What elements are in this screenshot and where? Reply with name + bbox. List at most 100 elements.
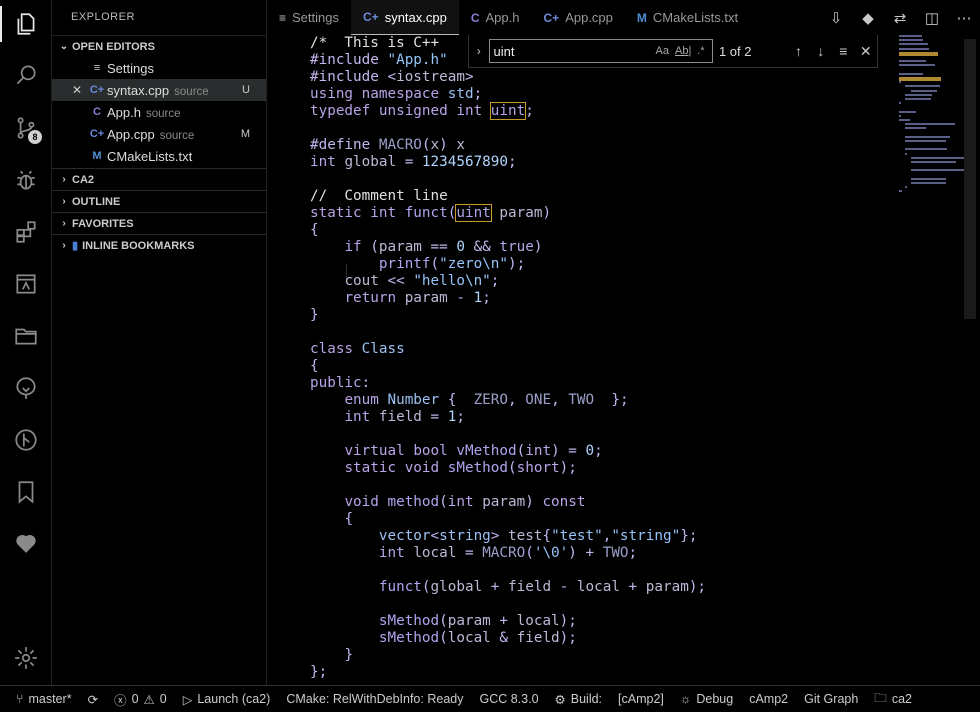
section-favorites[interactable]: › FAVORITES xyxy=(52,212,266,234)
code-line[interactable]: sMethod(param + local); xyxy=(310,613,706,630)
close-find-icon[interactable]: ✕ xyxy=(855,43,877,60)
find-input[interactable] xyxy=(489,43,650,59)
open-editor-item[interactable]: ✕ C+ syntax.cpp source U xyxy=(52,79,266,101)
tab-cmakelists[interactable]: M CMakeLists.txt xyxy=(625,0,750,35)
tab-app-cpp[interactable]: C+ App.cpp xyxy=(532,0,625,35)
search-icon[interactable] xyxy=(0,51,52,99)
open-editor-name: syntax.cpp xyxy=(107,82,170,98)
code-line[interactable]: #include <iostream> xyxy=(310,69,706,86)
code-line[interactable]: typedef unsigned int uint; xyxy=(310,102,706,120)
next-match-icon[interactable]: ↓ xyxy=(810,43,832,59)
open-editor-item[interactable]: M CMakeLists.txt xyxy=(52,145,266,167)
regex-icon[interactable]: .* xyxy=(697,45,704,57)
code-line[interactable]: { xyxy=(310,511,706,528)
build-target-status[interactable]: [cAmp2] xyxy=(610,692,672,706)
code-line[interactable]: virtual bool vMethod(int) = 0; xyxy=(310,443,706,460)
code-line[interactable]: printf("zero\n"); xyxy=(310,256,706,273)
code-line[interactable] xyxy=(310,596,706,613)
match-whole-word-icon[interactable]: Ab| xyxy=(675,45,691,57)
tab-syntax-cpp[interactable]: C+ syntax.cpp xyxy=(351,0,459,35)
extensions-icon[interactable] xyxy=(0,208,52,256)
code-line[interactable]: public: xyxy=(310,375,706,392)
section-ca2[interactable]: › CA2 xyxy=(52,168,266,190)
code-line[interactable] xyxy=(310,324,706,341)
git-graph-status[interactable]: Git Graph xyxy=(796,692,866,706)
code-line[interactable] xyxy=(310,426,706,443)
files-icon[interactable] xyxy=(0,0,52,48)
open-editor-item[interactable]: C+ App.cpp source M xyxy=(52,123,266,145)
section-inline-bookmarks[interactable]: › ▮ INLINE BOOKMARKS xyxy=(52,234,266,256)
code-line[interactable] xyxy=(310,120,706,137)
debug-status[interactable]: ☼ Debug xyxy=(672,692,741,706)
problems-status[interactable]: ⓧ 0 ⚠ 0 xyxy=(106,690,175,709)
git-graph-icon[interactable] xyxy=(0,364,52,412)
code-line[interactable]: return param - 1; xyxy=(310,290,706,307)
folder-icon[interactable] xyxy=(0,312,52,360)
tab-label: Settings xyxy=(292,10,339,25)
code-line[interactable]: funct(global + field - local + param); xyxy=(310,579,706,596)
code-line[interactable]: { xyxy=(310,358,706,375)
branch-status[interactable]: ⑂ master* xyxy=(0,692,80,706)
code-line[interactable]: int global = 1234567890; xyxy=(310,154,706,171)
find-input-box: Aa Ab| .* xyxy=(488,39,713,63)
chevron-right-icon: › xyxy=(62,195,66,207)
code-line[interactable]: } xyxy=(310,647,706,664)
compare-changes-icon[interactable]: ⇄ xyxy=(884,9,916,27)
code-line[interactable]: // Comment line xyxy=(310,188,706,205)
code-line[interactable]: if (param == 0 && true) xyxy=(310,239,706,256)
code-editor[interactable]: /* This is C++ #include "App.h" #include … xyxy=(267,35,980,685)
code-line[interactable]: { xyxy=(310,222,706,239)
open-editors-header[interactable]: ⌄ OPEN EDITORS xyxy=(52,35,266,57)
debug-icon[interactable] xyxy=(0,156,52,204)
code-line[interactable]: static void sMethod(short); xyxy=(310,460,706,477)
split-editor-icon[interactable]: ◫ xyxy=(916,9,948,27)
code-line[interactable] xyxy=(310,171,706,188)
code-line[interactable]: int local = MACRO('\0') + TWO; xyxy=(310,545,706,562)
heart-icon[interactable] xyxy=(0,519,52,567)
tab-settings[interactable]: ≡ Settings xyxy=(267,0,351,35)
code-line[interactable]: class Class xyxy=(310,341,706,358)
tab-app-h[interactable]: C App.h xyxy=(459,0,532,35)
build-status[interactable]: ⚙ Build: xyxy=(547,692,611,707)
cmake-status[interactable]: CMake: RelWithDebInfo: Ready xyxy=(278,692,471,706)
code-line[interactable]: } xyxy=(310,307,706,324)
find-in-selection-icon[interactable]: ≡ xyxy=(832,43,854,59)
code-line[interactable]: sMethod(local & field); xyxy=(310,630,706,647)
code-line[interactable] xyxy=(310,477,706,494)
code-line[interactable]: int field = 1; xyxy=(310,409,706,426)
launch-status[interactable]: ▷ Launch (ca2) xyxy=(175,692,279,707)
section-outline[interactable]: › OUTLINE xyxy=(52,190,266,212)
open-editor-item[interactable]: C App.h source xyxy=(52,101,266,123)
tab-label: App.h xyxy=(485,10,520,25)
source-control-icon[interactable]: 8 xyxy=(0,104,52,152)
match-case-icon[interactable]: Aa xyxy=(656,45,669,57)
target-status[interactable]: cAmp2 xyxy=(741,692,796,706)
code-line[interactable] xyxy=(310,562,706,579)
compiler-status[interactable]: GCC 8.3.0 xyxy=(471,692,546,706)
toggle-replace-chevron-icon[interactable]: › xyxy=(469,44,489,58)
code-content[interactable]: /* This is C++ #include "App.h" #include … xyxy=(310,35,706,681)
previous-match-icon[interactable]: ↑ xyxy=(787,43,809,59)
chevron-right-icon: › xyxy=(62,173,66,185)
close-icon[interactable]: ✕ xyxy=(72,83,82,97)
more-actions-icon[interactable]: ⋯ xyxy=(948,9,980,27)
git-graph-action-icon[interactable]: ◆ xyxy=(852,9,884,27)
code-line[interactable]: void method(int param) const xyxy=(310,494,706,511)
settings-gear-icon[interactable] xyxy=(0,634,52,682)
minimap[interactable] xyxy=(899,35,968,205)
open-editor-item[interactable]: ≡ Settings xyxy=(52,57,266,79)
code-line[interactable]: }; xyxy=(310,664,706,681)
code-line[interactable]: cout << "hello\n"; xyxy=(310,273,706,290)
code-line[interactable]: vector<string> test{"test","string"}; xyxy=(310,528,706,545)
branch-icon[interactable] xyxy=(0,416,52,464)
code-line[interactable]: using namespace std; xyxy=(310,86,706,103)
code-line[interactable]: static int funct(uint param) xyxy=(310,204,706,222)
code-line[interactable]: enum Number { ZERO, ONE, TWO }; xyxy=(310,392,706,409)
remote-icon[interactable] xyxy=(0,260,52,308)
folder-status[interactable]: 🗀 ca2 xyxy=(866,689,920,710)
sync-icon[interactable]: ⟳ xyxy=(80,692,106,707)
save-icon[interactable]: ⇩ xyxy=(820,9,852,27)
code-line[interactable]: #define MACRO(x) x xyxy=(310,137,706,154)
vertical-scrollbar[interactable] xyxy=(964,39,976,319)
bookmark-icon[interactable] xyxy=(0,468,52,516)
